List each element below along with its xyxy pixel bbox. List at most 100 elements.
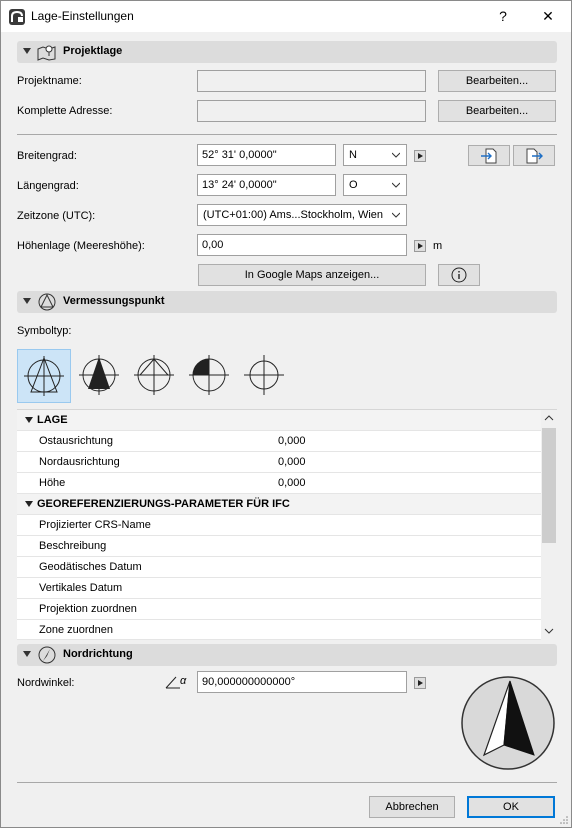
breitengrad-label: Breitengrad:: [17, 150, 77, 162]
adresse-edit-button[interactable]: Bearbeiten...: [438, 100, 556, 122]
title-bar[interactable]: Lage-Einstellungen ? ✕: [1, 1, 571, 32]
survey-symbol-3-icon: [134, 355, 174, 395]
row-key: Geodätisches Datum: [39, 561, 142, 573]
table-row[interactable]: Vertikales Datum: [17, 578, 541, 599]
elevation-arrow-button[interactable]: [414, 240, 426, 252]
latitude-arrow-button[interactable]: [414, 150, 426, 162]
table-scrollbar[interactable]: [541, 410, 557, 640]
properties-table[interactable]: LAGE Ostausrichtung 0,000 Nordausrichtun…: [17, 409, 557, 640]
symbol-type-2-option[interactable]: [73, 349, 127, 403]
close-button[interactable]: ✕: [528, 3, 568, 30]
symbol-type-5-option[interactable]: [238, 349, 292, 403]
row-value[interactable]: 0,000: [278, 456, 306, 468]
row-value[interactable]: 0,000: [278, 477, 306, 489]
projektname-field[interactable]: [197, 70, 426, 92]
row-value[interactable]: 0,000: [278, 435, 306, 447]
hoehe-input[interactable]: 0,00: [197, 234, 407, 256]
map-pin-icon: [37, 45, 56, 61]
row-key: Zone zuordnen: [39, 624, 113, 636]
zeitzone-select[interactable]: (UTC+01:00) Ams...Stockholm, Wien: [197, 204, 407, 226]
scroll-up-icon[interactable]: [544, 414, 554, 422]
nordwinkel-arrow-button[interactable]: [414, 677, 426, 689]
adresse-field[interactable]: [197, 100, 426, 122]
row-key: Vertikales Datum: [39, 582, 123, 594]
row-key: Nordausrichtung: [39, 456, 120, 468]
chevron-down-icon: [392, 152, 400, 158]
collapse-triangle-icon[interactable]: [25, 417, 33, 423]
scroll-down-icon[interactable]: [544, 627, 554, 635]
nordwinkel-input[interactable]: 90,000000000000°: [197, 671, 407, 693]
angle-symbol-text: α: [180, 675, 187, 687]
projektname-edit-button[interactable]: Bearbeiten...: [438, 70, 556, 92]
symbol-type-3-option[interactable]: [128, 349, 182, 403]
adresse-label: Komplette Adresse:: [17, 105, 113, 117]
footer-divider: [17, 782, 557, 783]
survey-symbol-5-icon: [244, 355, 284, 395]
survey-symbol-4-icon: [189, 355, 229, 395]
ok-button[interactable]: OK: [467, 796, 555, 818]
divider: [17, 134, 557, 135]
app-logo-icon: [9, 9, 25, 25]
chevron-down-icon: [392, 212, 400, 218]
angle-symbol-icon: α: [165, 675, 193, 691]
section-title: Vermessungspunkt: [63, 295, 165, 307]
row-key: Projektion zuordnen: [39, 603, 137, 615]
table-row[interactable]: Höhe 0,000: [17, 473, 541, 494]
section-projektlage[interactable]: Projektlage: [17, 41, 557, 63]
section-title: Nordrichtung: [63, 648, 133, 660]
collapse-triangle-icon[interactable]: [23, 298, 31, 304]
collapse-triangle-icon[interactable]: [23, 651, 31, 657]
survey-symbol-2-icon: [79, 355, 119, 395]
nordwinkel-label: Nordwinkel:: [17, 677, 75, 689]
import-location-button[interactable]: [468, 145, 510, 166]
row-key: Höhe: [39, 477, 66, 489]
window-title: Lage-Einstellungen: [31, 9, 134, 23]
laengengrad-direction-select[interactable]: O: [343, 174, 407, 196]
table-row[interactable]: Beschreibung: [17, 536, 541, 557]
import-icon: [481, 148, 497, 164]
laengengrad-label: Längengrad:: [17, 180, 79, 192]
breitengrad-input[interactable]: 52° 31' 0,0000": [197, 144, 336, 166]
zeitzone-label: Zeitzone (UTC):: [17, 210, 96, 222]
row-key: Beschreibung: [39, 540, 107, 552]
export-icon: [526, 148, 543, 164]
cancel-button[interactable]: Abbrechen: [369, 796, 455, 818]
symbol-type-1-option[interactable]: [17, 349, 71, 403]
table-group-header[interactable]: LAGE: [17, 410, 541, 431]
table-row[interactable]: Nordausrichtung 0,000: [17, 452, 541, 473]
export-location-button[interactable]: [513, 145, 555, 166]
group-title: GEOREFERENZIERUNGS-PARAMETER FÜR IFC: [37, 498, 290, 510]
group-title: LAGE: [37, 414, 68, 426]
collapse-triangle-icon[interactable]: [23, 48, 31, 54]
north-arrow-preview-icon: [461, 676, 555, 770]
laengengrad-input[interactable]: 13° 24' 0,0000": [197, 174, 336, 196]
projektname-label: Projektname:: [17, 75, 82, 87]
scrollbar-thumb[interactable]: [542, 428, 556, 543]
table-row[interactable]: Projektion zuordnen: [17, 599, 541, 620]
table-row[interactable]: Geodätisches Datum: [17, 557, 541, 578]
chevron-down-icon: [392, 182, 400, 188]
hoehe-label: Höhenlage (Meereshöhe):: [17, 240, 145, 252]
symboltyp-label: Symboltyp:: [17, 325, 72, 337]
symbol-type-4-option[interactable]: [183, 349, 237, 403]
table-row[interactable]: Projizierter CRS-Name: [17, 515, 541, 536]
table-group-header[interactable]: GEOREFERENZIERUNGS-PARAMETER FÜR IFC: [17, 494, 541, 515]
resize-grip-icon[interactable]: [559, 815, 569, 825]
collapse-triangle-icon[interactable]: [25, 501, 33, 507]
row-key: Projizierter CRS-Name: [39, 519, 151, 531]
survey-point-icon: [38, 293, 56, 311]
section-nordrichtung[interactable]: Nordrichtung: [17, 644, 557, 666]
info-icon: [451, 267, 467, 283]
select-value: O: [349, 179, 358, 191]
breitengrad-direction-select[interactable]: N: [343, 144, 407, 166]
compass-icon: [38, 646, 56, 664]
survey-symbol-1-icon: [24, 356, 64, 396]
table-row[interactable]: Ostausrichtung 0,000: [17, 431, 541, 452]
help-button[interactable]: ?: [483, 3, 523, 30]
select-value: (UTC+01:00) Ams...Stockholm, Wien: [203, 209, 384, 221]
row-key: Ostausrichtung: [39, 435, 113, 447]
google-maps-button[interactable]: In Google Maps anzeigen...: [198, 264, 426, 286]
section-vermessungspunkt[interactable]: Vermessungspunkt: [17, 291, 557, 313]
info-button[interactable]: [438, 264, 480, 286]
table-row[interactable]: Zone zuordnen: [17, 620, 541, 640]
